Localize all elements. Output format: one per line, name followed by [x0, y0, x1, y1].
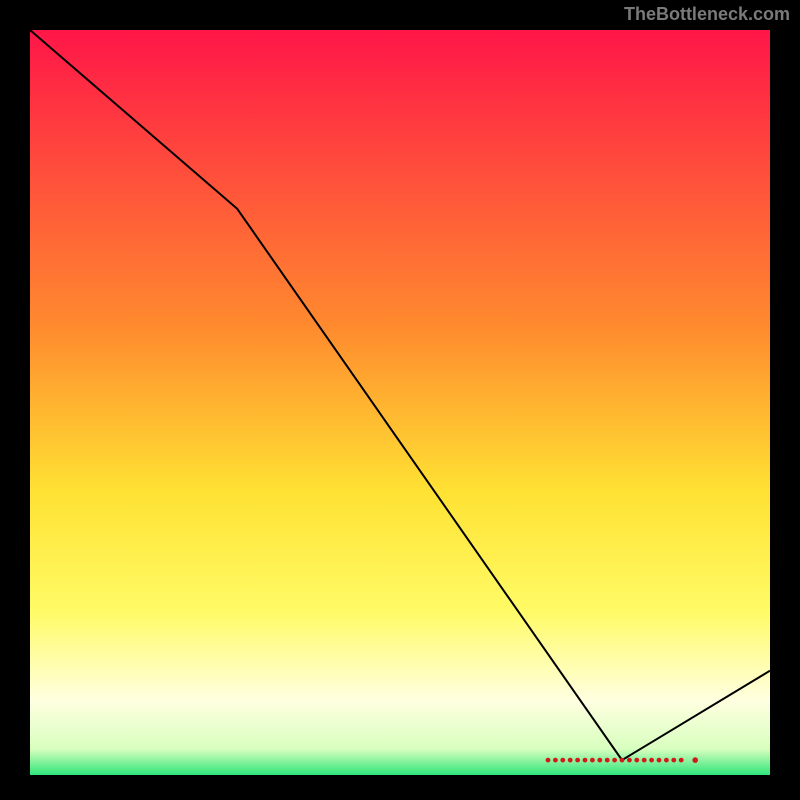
bottleneck-chart: [0, 0, 800, 800]
chart-container: { "watermark": "TheBottleneck.com", "cha…: [0, 0, 800, 800]
plot-background: [30, 30, 770, 775]
watermark: TheBottleneck.com: [624, 4, 790, 25]
